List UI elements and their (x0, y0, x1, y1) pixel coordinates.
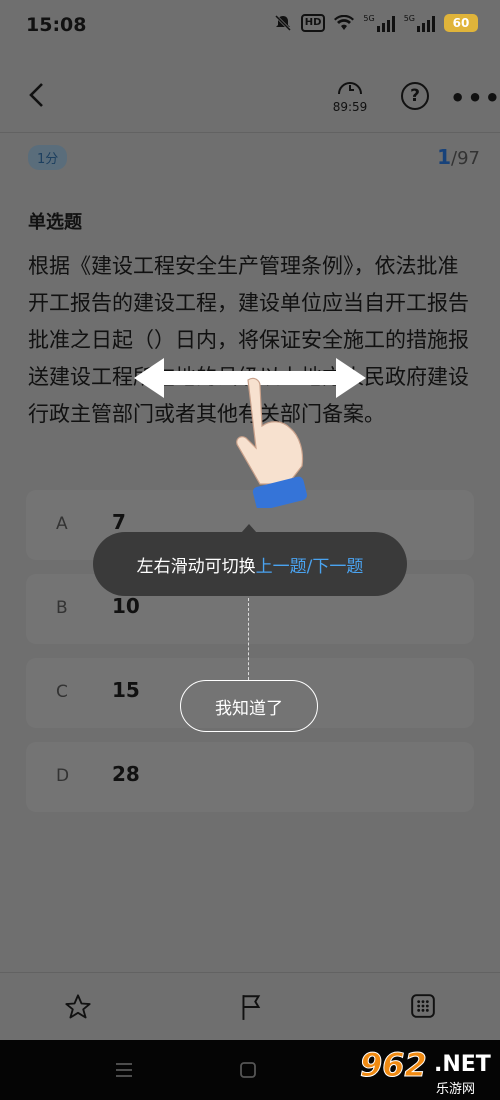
option-value: 28 (112, 762, 140, 786)
status-bar: 15:08 HD 5G 5G 60 (0, 0, 500, 56)
timer-text: 89:59 (332, 100, 368, 114)
timer[interactable]: 89:59 (328, 80, 372, 114)
question-type: 单选题 (28, 212, 82, 233)
progress-total: /97 (451, 148, 480, 169)
progress-current: 1 (437, 145, 452, 169)
score-badge: 1分 (28, 145, 68, 170)
option-letter: C (56, 682, 68, 702)
bottom-toolbar (0, 972, 500, 1041)
signal-icon-1: 5G (363, 14, 395, 32)
watermark-logo-main: 962 (360, 1046, 428, 1085)
option-value: 10 (112, 594, 140, 618)
flag-icon[interactable] (238, 993, 264, 1021)
option-value: 7 (112, 510, 126, 534)
option-letter: B (56, 598, 68, 618)
watermark-logo-net: .NET (434, 1052, 491, 1077)
star-icon[interactable] (64, 993, 92, 1021)
menu-icon[interactable] (114, 1062, 134, 1078)
guide-connector-line (248, 598, 249, 680)
watermark-logo-sub: 乐游网 (436, 1082, 476, 1097)
hand-pointer-icon (236, 377, 308, 508)
swipe-hint-bubble: 左右滑动可切换 上一题/下一题 (93, 532, 407, 596)
site-watermark: 962 .NET 乐游网 (360, 1046, 496, 1098)
option-value: 15 (112, 678, 140, 702)
status-icons: HD 5G 5G 60 (274, 14, 478, 32)
option-letter: A (56, 514, 68, 534)
answer-grid-icon[interactable] (410, 993, 436, 1019)
top-bar: 89:59 ? ••• (0, 60, 500, 133)
question-circle-icon[interactable]: ? (401, 82, 429, 110)
more-dots-icon[interactable]: ••• (450, 84, 500, 112)
got-it-button[interactable]: 我知道了 (180, 680, 318, 732)
wifi-icon (334, 15, 355, 30)
option-letter: D (56, 766, 70, 786)
mute-bell-icon (274, 14, 291, 32)
signal-icon-2: 5G (404, 14, 435, 32)
home-icon[interactable] (239, 1061, 257, 1079)
stopwatch-icon (338, 82, 362, 95)
status-time: 15:08 (26, 14, 87, 36)
option-d[interactable]: D 28 (26, 742, 474, 812)
battery-icon: 60 (444, 14, 478, 32)
question-progress: 1/97 (437, 145, 480, 169)
hint-text: 左右滑动可切换 (136, 556, 256, 577)
back-icon[interactable] (26, 82, 48, 108)
hd-icon: HD (300, 14, 326, 32)
hint-highlight-text: 上一题/下一题 (255, 556, 364, 577)
